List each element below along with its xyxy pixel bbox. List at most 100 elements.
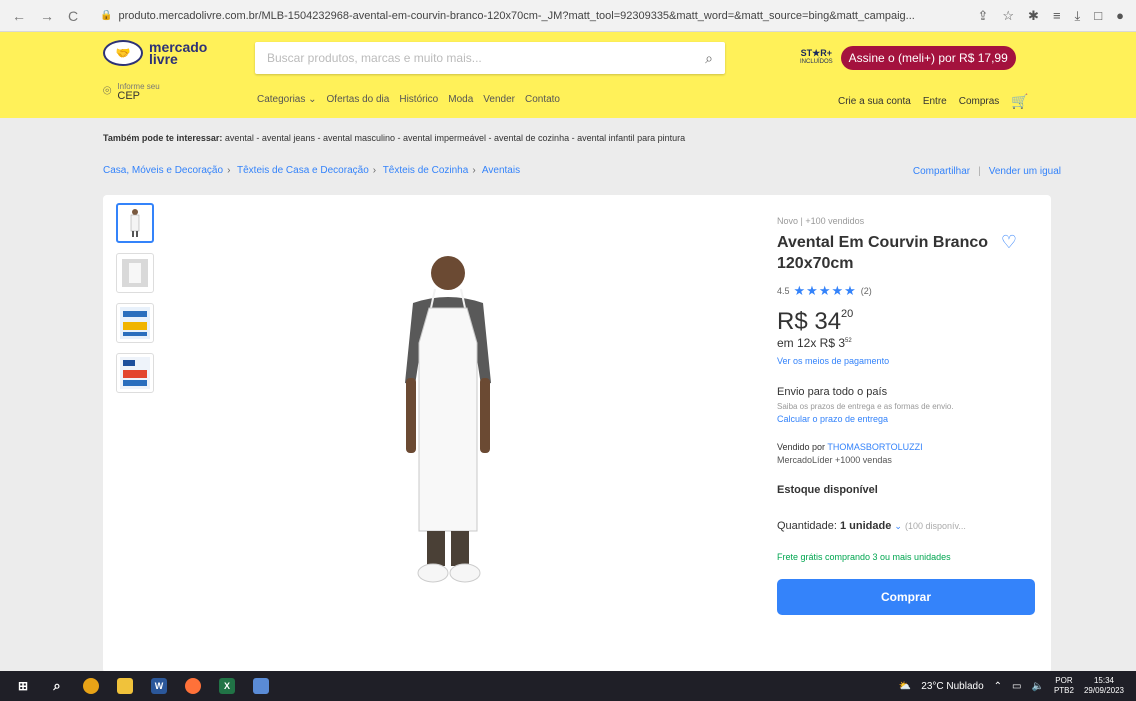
breadcrumb-item[interactable]: Têxteis de Casa e Decoração — [237, 165, 369, 176]
breadcrumb-item[interactable]: Aventais — [482, 165, 520, 176]
handshake-icon: 🤝 — [103, 40, 143, 66]
forward-icon[interactable]: → — [40, 8, 54, 24]
rating-value: 4.5 — [777, 286, 790, 296]
related-items[interactable]: avental - avental jeans - avental mascul… — [225, 133, 685, 143]
seller-link[interactable]: THOMASBORTOLUZZI — [827, 442, 922, 452]
promo-banner[interactable]: ST★R+ INCLUÍDOS Assine o (meli+) por R$ … — [800, 46, 1016, 70]
thumbnail-4[interactable] — [116, 353, 154, 393]
profile-icon[interactable]: ● — [1116, 8, 1124, 24]
related-label: Também pode te interessar: — [103, 133, 223, 143]
share-link[interactable]: Compartilhar — [913, 166, 970, 177]
firefox-icon[interactable] — [185, 678, 201, 694]
share-icon[interactable]: ⇪ — [977, 8, 988, 24]
related-searches: Também pode te interessar: avental - ave… — [103, 133, 685, 143]
price-integer: R$ 34 — [777, 308, 842, 335]
lock-icon: 🔒 — [100, 10, 113, 21]
search-icon[interactable]: ⌕ — [49, 678, 65, 694]
quantity-label: Quantidade: — [777, 520, 837, 532]
weather-icon: ⛅ — [898, 680, 912, 692]
word-icon[interactable]: W — [151, 678, 167, 694]
product-info-panel: Novo | +100 vendidos Avental Em Courvin … — [777, 216, 1037, 615]
thumbnail-2[interactable] — [116, 253, 154, 293]
clock-date: 29/09/2023 — [1083, 686, 1124, 695]
file-explorer-icon[interactable] — [117, 678, 133, 694]
search-icon[interactable]: ⌕ — [705, 50, 713, 67]
weather-text[interactable]: 23°C Nublado — [921, 681, 983, 692]
user-menu: Crie a sua conta Entre Compras 🛒 — [838, 93, 1029, 110]
condition-sales: Novo | +100 vendidos — [777, 216, 865, 226]
breadcrumb-item[interactable]: Têxteis de Cozinha — [383, 165, 469, 176]
installments-text: em 12x R$ 3 — [777, 336, 846, 350]
menu-item-categorias[interactable]: Categorias ⌄ — [257, 94, 317, 105]
lang-line-1: POR — [1055, 676, 1073, 685]
reading-list-icon[interactable]: ≡ — [1053, 8, 1061, 24]
share-links: Compartilhar | Vender um igual — [912, 166, 1061, 177]
purchases-link[interactable]: Compras — [959, 96, 1000, 107]
installments-cents: 52 — [845, 338, 852, 344]
assine-button[interactable]: Assine o (meli+) por R$ 17,99 — [840, 46, 1016, 70]
rating[interactable]: 4.5 ★★★★★ (2) — [777, 283, 1037, 299]
window-icon[interactable]: □ — [1094, 8, 1102, 24]
chrome-icon[interactable] — [83, 678, 99, 694]
main-menu: Categorias ⌄ Ofertas do dia Histórico Mo… — [257, 94, 560, 105]
thumbnail-list — [116, 203, 154, 393]
rating-count: (2) — [860, 286, 872, 296]
seller-reputation: MercadoLíder +1000 vendas — [777, 455, 892, 465]
address-bar[interactable]: 🔒 produto.mercadolivre.com.br/MLB-150423… — [100, 10, 965, 22]
menu-item-historico[interactable]: Histórico — [399, 94, 438, 105]
extensions-icon[interactable]: ✱ — [1028, 8, 1039, 24]
clock-time: 15:34 — [1093, 676, 1114, 685]
search-placeholder: Buscar produtos, marcas e muito mais... — [267, 51, 482, 65]
product-image[interactable] — [373, 253, 523, 598]
network-icon[interactable]: ▭ — [1012, 681, 1021, 692]
price: R$ 3420 — [777, 308, 1037, 336]
language-indicator[interactable]: POR PTB2 — [1054, 676, 1074, 696]
cep-selector[interactable]: ⌾ Informe seu CEP — [103, 82, 160, 102]
calculate-delivery-link[interactable]: Calcular o prazo de entrega — [777, 414, 1037, 424]
product-card: Novo | +100 vendidos Avental Em Courvin … — [103, 195, 1051, 673]
login-link[interactable]: Entre — [923, 96, 947, 107]
sell-similar-link[interactable]: Vender um igual — [989, 166, 1061, 177]
windows-taskbar: ⊞ ⌕ W X ⛅ 23°C Nublado ⌃ ▭ 🔈 POR PTB2 15… — [0, 671, 1136, 701]
browser-toolbar: ← → C 🔒 produto.mercadolivre.com.br/MLB-… — [0, 0, 1136, 32]
thumbnail-1[interactable] — [116, 203, 154, 243]
back-icon[interactable]: ← — [12, 8, 26, 24]
shipping-subtitle: Saiba os prazos de entrega e as formas d… — [777, 402, 954, 411]
photos-icon[interactable] — [253, 678, 269, 694]
breadcrumb: Casa, Móveis e Decoração › Têxteis de Cas… — [103, 165, 521, 176]
site-header: 🤝 mercado livre Buscar produtos, marcas … — [0, 32, 1136, 118]
chevron-down-icon[interactable]: ⌄ — [894, 521, 902, 531]
payment-methods-link[interactable]: Ver os meios de pagamento — [777, 356, 1037, 366]
location-pin-icon: ⌾ — [103, 82, 112, 98]
reload-icon[interactable]: C — [68, 8, 78, 24]
breadcrumb-item[interactable]: Casa, Móveis e Decoração — [103, 165, 223, 176]
buy-button[interactable]: Comprar — [777, 579, 1035, 615]
star-icon[interactable]: ☆ — [1002, 8, 1014, 24]
excel-icon[interactable]: X — [219, 678, 235, 694]
search-input[interactable]: Buscar produtos, marcas e muito mais... … — [255, 42, 725, 74]
chevron-up-icon[interactable]: ⌃ — [994, 681, 1002, 692]
free-shipping-note: Frete grátis comprando 3 ou mais unidade… — [777, 552, 951, 562]
download-icon[interactable]: ⤓ — [1075, 8, 1081, 24]
favorite-heart-icon[interactable]: ♡ — [1001, 232, 1017, 253]
volume-icon[interactable]: 🔈 — [1031, 681, 1043, 692]
menu-item-ofertas[interactable]: Ofertas do dia — [327, 94, 390, 105]
thumbnail-3[interactable] — [116, 303, 154, 343]
seller-prefix: Vendido por — [777, 442, 826, 452]
menu-item-vender[interactable]: Vender — [483, 94, 515, 105]
quantity-value[interactable]: 1 unidade — [840, 520, 891, 532]
rating-stars-icon: ★★★★★ — [793, 283, 857, 298]
cep-label: CEP — [117, 90, 141, 102]
quantity-selector[interactable]: Quantidade: 1 unidade ⌄ (100 disponív... — [777, 520, 1037, 532]
stock-status: Estoque disponível — [777, 484, 878, 496]
price-cents: 20 — [841, 308, 854, 320]
menu-item-moda[interactable]: Moda — [448, 94, 473, 105]
browser-tools: ⇪ ☆ ✱ ≡ ⤓ □ ● — [965, 8, 1136, 24]
logo[interactable]: 🤝 mercado livre — [103, 40, 207, 66]
menu-item-contato[interactable]: Contato — [525, 94, 560, 105]
cart-icon[interactable]: 🛒 — [1011, 93, 1028, 110]
windows-start-icon[interactable]: ⊞ — [15, 678, 31, 694]
shipping-title: Envio para todo o país — [777, 386, 888, 398]
create-account-link[interactable]: Crie a sua conta — [838, 96, 911, 107]
clock[interactable]: 15:34 29/09/2023 — [1084, 676, 1124, 696]
